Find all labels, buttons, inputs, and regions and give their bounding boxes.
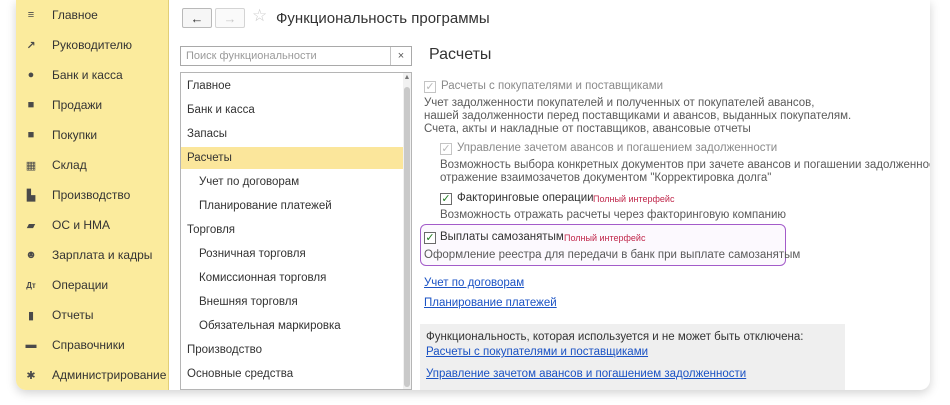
nav-item-fixed-assets[interactable]: ▰ ОС и НМА <box>16 213 168 237</box>
nav-item-label: Покупки <box>52 128 98 142</box>
section-item-active[interactable]: Расчеты <box>181 147 409 169</box>
nav-item-warehouse[interactable]: ▦ Склад <box>16 153 168 177</box>
option-label: Факторинговые операции <box>457 192 594 204</box>
nav-item-label: ОС и НМА <box>52 218 111 232</box>
full-interface-badge: Полный интерфейс <box>593 194 675 204</box>
nav-item-purchases[interactable]: ■ Покупки <box>16 123 168 147</box>
section-item[interactable]: Банк и касса <box>181 99 409 121</box>
close-icon: × <box>397 50 405 62</box>
coin-icon: ● <box>27 69 35 81</box>
nav-item-operations[interactable]: Дт Операции <box>16 273 168 297</box>
link-advance-offset[interactable]: Управление зачетом авансов и погашением … <box>426 368 746 380</box>
checkbox-customers-suppliers[interactable]: ✓ <box>424 81 436 93</box>
section-item[interactable]: Обязательная маркировка <box>181 315 411 337</box>
clear-search-button[interactable]: × <box>390 47 411 65</box>
forward-button[interactable]: → <box>215 8 245 28</box>
section-item[interactable]: Торговля <box>181 219 409 241</box>
arrow-right-icon: → <box>223 10 237 26</box>
nav-item-salary[interactable]: ☻ Зарплата и кадры <box>16 243 168 267</box>
option-description: Учет задолженности покупателей и получен… <box>424 97 815 109</box>
nav-item-label: Руководителю <box>52 38 133 52</box>
nav-item-label: Справочники <box>52 338 125 352</box>
nav-item-bank[interactable]: ● Банк и касса <box>16 63 168 87</box>
nav-item-label: Операции <box>52 278 109 292</box>
section-item[interactable]: Розничная торговля <box>181 243 411 265</box>
nav-item-administration[interactable]: ✱ Администрирование <box>16 363 168 387</box>
option-description: Возможность выбора конкретных документов… <box>440 159 930 171</box>
checkbox-self-employed-payments[interactable]: ✓ <box>424 232 436 244</box>
option-label: Выплаты самозанятым <box>440 231 564 243</box>
app-window: ≡ Главное ↗ Руководителю ● Банк и касса … <box>16 0 930 390</box>
nav-item-label: Производство <box>52 188 131 202</box>
checkbox-factoring[interactable]: ✓ <box>440 193 452 205</box>
checkbox-advance-offset[interactable]: ✓ <box>440 143 452 155</box>
link-payment-planning[interactable]: Планирование платежей <box>424 297 557 309</box>
nav-item-catalogs[interactable]: ▬ Справочники <box>16 333 168 357</box>
debit-credit-icon: Дт <box>26 280 36 290</box>
nav-item-label: Зарплата и кадры <box>52 248 153 262</box>
book-icon: ▬ <box>25 339 37 351</box>
option-description: нашей задолженности перед поставщиками и… <box>424 110 852 122</box>
back-button[interactable]: ← <box>182 8 212 28</box>
full-interface-badge: Полный интерфейс <box>564 233 646 243</box>
bar-chart-icon: ▮ <box>27 309 35 322</box>
scrollbar[interactable]: ▲ <box>403 73 411 389</box>
link-contracts[interactable]: Учет по договорам <box>424 277 524 289</box>
nav-item-reports[interactable]: ▮ Отчеты <box>16 303 168 327</box>
section-panel: ≡ Главное ↗ Руководителю ● Банк и касса … <box>16 0 169 390</box>
section-item[interactable]: Внешняя торговля <box>181 291 411 313</box>
option-description: отражение взаимозачетов документом "Корр… <box>440 172 772 184</box>
option-description: Возможность отражать расчеты через факто… <box>440 209 787 221</box>
nav-item-main[interactable]: ≡ Главное <box>16 3 168 27</box>
section-item[interactable]: Комиссионная торговля <box>181 267 411 289</box>
gear-icon: ✱ <box>26 369 36 382</box>
warehouse-icon: ▦ <box>25 159 37 172</box>
trend-icon: ↗ <box>26 39 36 52</box>
nav-item-label: Отчеты <box>52 308 94 322</box>
scroll-thumb[interactable] <box>404 87 410 387</box>
page-title: Функциональность программы <box>276 10 490 27</box>
scroll-up-icon[interactable]: ▲ <box>403 74 411 82</box>
nav-item-label: Продажи <box>52 98 103 112</box>
section-item[interactable]: Планирование платежей <box>181 195 411 217</box>
option-label: Расчеты с покупателями и поставщиками <box>441 80 664 92</box>
nav-item-label: Администрирование <box>52 368 167 382</box>
star-icon[interactable]: ☆ <box>252 6 267 26</box>
section-title: Расчеты <box>429 46 492 63</box>
nav-item-label: Банк и касса <box>52 68 123 82</box>
section-item[interactable]: Запасы <box>181 123 409 145</box>
search-box: × <box>180 46 412 66</box>
menu-icon: ≡ <box>27 9 35 21</box>
nav-item-label: Главное <box>52 8 98 22</box>
search-input[interactable] <box>181 47 389 65</box>
option-description: Счета, акты и накладные от поставщиков, … <box>424 123 751 135</box>
nav-item-manager[interactable]: ↗ Руководителю <box>16 33 168 57</box>
cart-icon: ■ <box>27 129 35 141</box>
section-item[interactable]: Главное <box>181 75 409 97</box>
people-icon: ☻ <box>25 249 37 261</box>
truck-icon: ▰ <box>26 219 36 232</box>
section-item[interactable]: Основные средства <box>181 363 409 385</box>
nav-item-label: Склад <box>52 158 87 172</box>
option-description: Оформление реестра для передачи в банк п… <box>424 249 801 261</box>
option-label: Управление зачетом авансов и погашением … <box>457 142 778 154</box>
section-item[interactable]: Производство <box>181 339 409 361</box>
arrow-left-icon: ← <box>190 10 204 26</box>
box-title: Функциональность, которая используется и… <box>426 331 804 343</box>
section-item[interactable]: Учет по договорам <box>181 171 411 193</box>
nav-item-production[interactable]: ▙ Производство <box>16 183 168 207</box>
factory-icon: ▙ <box>26 189 36 202</box>
bag-icon: ■ <box>27 99 35 111</box>
sections-list: Главное Банк и касса Запасы Расчеты Учет… <box>180 72 412 390</box>
nav-item-sales[interactable]: ■ Продажи <box>16 93 168 117</box>
link-customers-suppliers[interactable]: Расчеты с покупателями и поставщиками <box>426 346 648 358</box>
